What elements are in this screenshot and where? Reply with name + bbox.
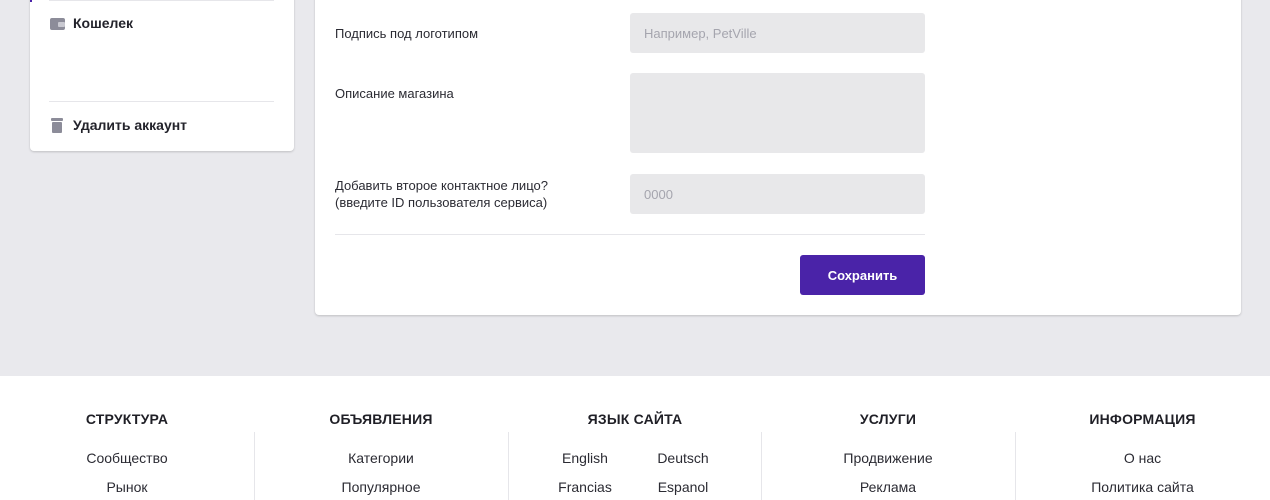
logo-caption-label: Подпись под логотипом [335, 26, 479, 41]
footer-separator [508, 432, 509, 500]
footer-column-info: ИНФОРМАЦИЯ О нас Политика сайта [1015, 376, 1270, 500]
shop-description-textarea[interactable] [630, 73, 925, 153]
footer-column-services: УСЛУГИ Продвижение Реклама [761, 376, 1015, 500]
active-indicator [30, 0, 32, 2]
save-button[interactable]: Сохранить [800, 255, 925, 295]
footer-column-title: ИНФОРМАЦИЯ [1089, 411, 1196, 427]
sidebar-item-label: Удалить аккаунт [73, 117, 188, 133]
sidebar-item-delete-account[interactable]: Удалить аккаунт [50, 117, 274, 133]
footer-link-promotion[interactable]: Продвижение [761, 450, 1015, 466]
shop-description-label: Описание магазина [335, 86, 454, 101]
footer-column-title: СТРУКТУРА [85, 411, 169, 427]
footer-link-about[interactable]: О нас [1015, 450, 1270, 466]
footer-link-popular[interactable]: Популярное [254, 479, 508, 495]
footer-column-title: ЯЗЫК САЙТА [587, 411, 683, 427]
second-contact-label-line1: Добавить второе контактное лицо? [335, 178, 548, 193]
footer-column-structure: СТРУКТУРА Сообщество Рынок [0, 376, 254, 500]
form-divider [335, 234, 925, 235]
footer-link-categories[interactable]: Категории [254, 450, 508, 466]
wallet-icon [50, 16, 65, 31]
footer-link-community[interactable]: Сообщество [0, 450, 254, 466]
account-sidebar: Кошелек Удалить аккаунт [30, 0, 294, 151]
second-contact-id-input[interactable] [630, 174, 925, 214]
second-contact-label: Добавить второе контактное лицо? (введит… [335, 177, 548, 211]
shop-settings-form: Подпись под логотипом Описание магазина … [315, 0, 1241, 315]
site-footer: СТРУКТУРА Сообщество Рынок ОБЪЯВЛЕНИЯ Ка… [0, 376, 1270, 500]
sidebar-divider [49, 101, 274, 102]
footer-column-title: УСЛУГИ [859, 411, 917, 427]
sidebar-item-wallet[interactable]: Кошелек [50, 15, 274, 31]
trash-icon [50, 117, 65, 133]
language-espanol-link[interactable]: Espanol [653, 479, 713, 495]
footer-column-listings: ОБЪЯВЛЕНИЯ Категории Популярное [254, 376, 508, 500]
footer-link-market[interactable]: Рынок [0, 479, 254, 495]
footer-column-language: ЯЗЫК САЙТА English Deutsch Francias Espa… [508, 376, 762, 500]
second-contact-label-line2: (введите ID пользователя сервиса) [335, 195, 548, 210]
sidebar-item-label: Кошелек [73, 15, 134, 31]
sidebar-divider-top [49, 0, 274, 1]
language-english-link[interactable]: English [555, 450, 615, 466]
logo-caption-input[interactable] [630, 13, 925, 53]
footer-link-site-policy[interactable]: Политика сайта [1015, 479, 1270, 495]
footer-link-advertising[interactable]: Реклама [761, 479, 1015, 495]
language-francais-link[interactable]: Francias [555, 479, 615, 495]
footer-column-title: ОБЪЯВЛЕНИЯ [329, 411, 433, 427]
language-deutsch-link[interactable]: Deutsch [653, 450, 713, 466]
